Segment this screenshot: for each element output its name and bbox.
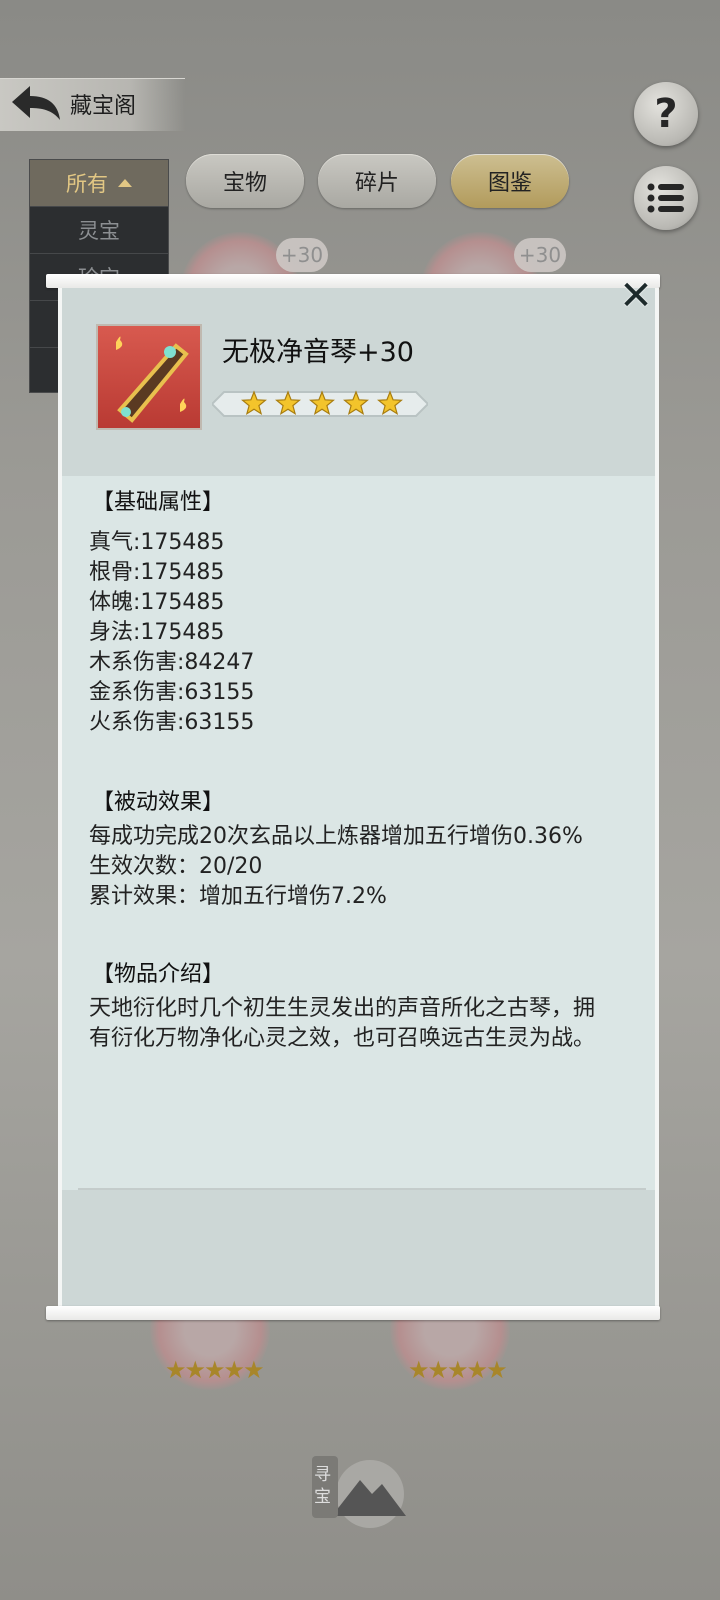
tab-treasure[interactable]: 宝物 bbox=[186, 154, 304, 208]
scroll-top-rod bbox=[46, 274, 660, 288]
back-arrow-icon[interactable] bbox=[10, 82, 62, 124]
passive-line: 每成功完成20次玄品以上炼器增加五行增伤0.36% bbox=[89, 824, 583, 849]
attr-row: 火系伤害:63155 bbox=[89, 710, 255, 735]
guqin-icon bbox=[116, 336, 189, 423]
tab-fragments[interactable]: 碎片 bbox=[318, 154, 436, 208]
item-name: 无极净音琴+30 bbox=[222, 337, 414, 368]
help-button[interactable]: ? bbox=[634, 82, 698, 146]
scroll-bottom-rod bbox=[46, 1306, 660, 1320]
attr-row: 金系伤害:63155 bbox=[89, 680, 255, 705]
page-title: 藏宝阁 bbox=[70, 94, 137, 119]
base-attr-list: 真气:175485 根骨:175485 体魄:175485 身法:175485 … bbox=[89, 528, 254, 738]
item-detail-modal: 无极净音琴+30 【基础属性】 真气:175485 根骨:175485 体魄:1… bbox=[58, 288, 659, 1310]
passive-line: 生效次数：20/20 bbox=[89, 854, 263, 879]
filter-selected-label: 所有 bbox=[66, 172, 108, 196]
list-icon bbox=[647, 183, 684, 213]
passive-effect-title: 【被动效果】 bbox=[92, 790, 225, 815]
filter-selected[interactable]: 所有 bbox=[30, 160, 168, 207]
passive-line: 累计效果：增加五行增伤7.2% bbox=[89, 884, 387, 909]
star-rating bbox=[212, 390, 428, 417]
base-attr-title: 【基础属性】 bbox=[92, 490, 225, 515]
chevron-up-icon bbox=[118, 179, 132, 187]
attr-row: 根骨:175485 bbox=[89, 560, 225, 585]
star-rating: ★★★★★ bbox=[408, 1356, 508, 1384]
attr-row: 木系伤害:84247 bbox=[89, 650, 255, 675]
filter-option[interactable]: 灵宝 bbox=[30, 207, 168, 254]
level-badge: +30 bbox=[276, 238, 328, 272]
passive-effect-text: 每成功完成20次玄品以上炼器增加五行增伤0.36% 生效次数：20/20 累计效… bbox=[89, 822, 609, 912]
attr-row: 身法:175485 bbox=[89, 620, 225, 645]
modal-footer bbox=[62, 1190, 655, 1310]
item-icon bbox=[96, 324, 202, 430]
seek-treasure-button[interactable]: 寻宝 bbox=[310, 1450, 410, 1530]
star-rating: ★★★★★ bbox=[165, 1356, 265, 1384]
item-intro-text: 天地衍化时几个初生生灵发出的声音所化之古琴，拥有衍化万物净化心灵之效，也可召唤远… bbox=[89, 996, 596, 1051]
level-badge: +30 bbox=[514, 238, 566, 272]
tab-catalog[interactable]: 图鉴 bbox=[451, 154, 569, 208]
attr-row: 真气:175485 bbox=[89, 530, 225, 555]
question-icon: ? bbox=[654, 91, 678, 137]
attr-row: 体魄:175485 bbox=[89, 590, 225, 615]
seek-treasure-label: 寻宝 bbox=[314, 1465, 331, 1507]
menu-button[interactable] bbox=[634, 166, 698, 230]
close-button[interactable]: ✕ bbox=[614, 276, 658, 316]
close-icon: ✕ bbox=[619, 273, 653, 319]
item-intro-title: 【物品介绍】 bbox=[92, 962, 225, 987]
